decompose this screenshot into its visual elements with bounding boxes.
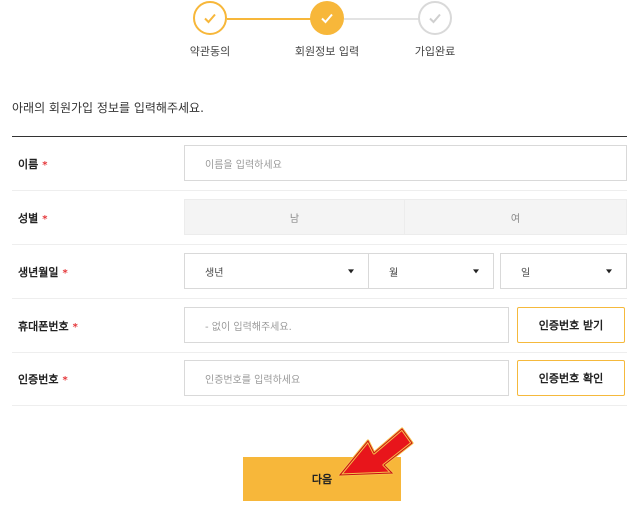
- gender-male-option[interactable]: 남: [184, 199, 405, 235]
- chevron-down-icon: [473, 269, 479, 274]
- step-1-label: 약관동의: [189, 45, 231, 58]
- send-code-button[interactable]: 인증번호 받기: [517, 307, 625, 343]
- phone-row: 휴대폰번호 * - 없이 입력해주세요. 인증번호 받기: [12, 299, 627, 353]
- required-mark: *: [72, 321, 78, 333]
- required-mark: *: [42, 159, 48, 171]
- required-mark: *: [62, 374, 68, 386]
- chevron-down-icon: [348, 269, 354, 274]
- step-2-label: 회원정보 입력: [294, 45, 360, 58]
- phone-label: 휴대폰번호 *: [18, 319, 78, 333]
- name-row: 이름 * 이름을 입력하세요: [12, 137, 627, 191]
- code-input[interactable]: 인증번호를 입력하세요: [184, 360, 509, 396]
- step-connector-1: [227, 18, 311, 20]
- code-row: 인증번호 * 인증번호를 입력하세요 인증번호 확인: [12, 352, 627, 406]
- step-1-check-icon: [193, 1, 227, 35]
- step-3-label: 가입완료: [414, 45, 456, 58]
- red-arrow-icon: [338, 427, 414, 477]
- step-connector-2: [344, 18, 419, 20]
- birth-label: 생년월일 *: [18, 265, 68, 279]
- required-mark: *: [62, 267, 68, 279]
- birth-row: 생년월일 * 생년 월 일: [12, 245, 627, 299]
- gender-female-option[interactable]: 여: [405, 199, 627, 235]
- name-label: 이름 *: [18, 157, 48, 171]
- name-input[interactable]: 이름을 입력하세요: [184, 145, 627, 181]
- birth-month-select[interactable]: 월: [368, 253, 494, 289]
- code-label: 인증번호 *: [18, 372, 68, 386]
- verify-code-button[interactable]: 인증번호 확인: [517, 360, 625, 396]
- chevron-down-icon: [606, 269, 612, 274]
- step-2-check-icon: [310, 1, 344, 35]
- signup-stepper: 약관동의 회원정보 입력 가입완료: [0, 0, 643, 70]
- birth-year-select[interactable]: 생년: [184, 253, 369, 289]
- gender-row: 성별 * 남 여: [12, 191, 627, 245]
- required-mark: *: [42, 213, 48, 225]
- phone-input[interactable]: - 없이 입력해주세요.: [184, 307, 509, 343]
- step-3-check-icon: [418, 1, 452, 35]
- gender-label: 성별 *: [18, 211, 48, 225]
- birth-day-select[interactable]: 일: [500, 253, 627, 289]
- form-intro: 아래의 회원가입 정보를 입력해주세요.: [12, 101, 204, 115]
